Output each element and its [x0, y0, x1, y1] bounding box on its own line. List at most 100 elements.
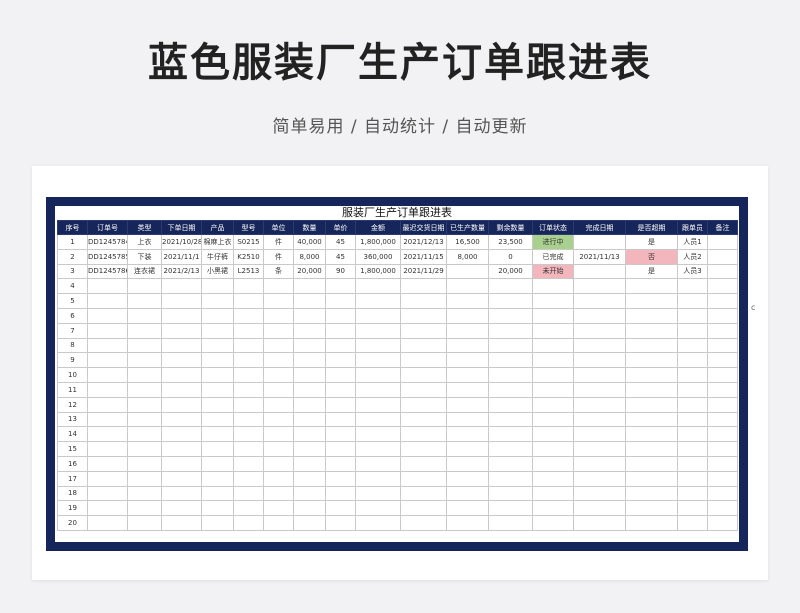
- table-cell[interactable]: [293, 337, 326, 354]
- table-cell[interactable]: [400, 337, 447, 354]
- table-cell[interactable]: [446, 455, 489, 472]
- table-cell[interactable]: [87, 426, 128, 443]
- table-cell[interactable]: [532, 441, 574, 457]
- table-cell[interactable]: [325, 352, 356, 369]
- table-cell[interactable]: [532, 352, 574, 369]
- table-cell[interactable]: [201, 367, 234, 383]
- table-cell[interactable]: [263, 367, 294, 383]
- table-cell[interactable]: [263, 515, 294, 531]
- table-cell[interactable]: [355, 455, 401, 472]
- table-cell[interactable]: [87, 322, 128, 339]
- table-cell[interactable]: [573, 381, 626, 398]
- header-cell[interactable]: 最迟交货日期: [400, 220, 447, 235]
- table-cell[interactable]: [677, 441, 708, 457]
- table-cell[interactable]: [127, 278, 162, 295]
- header-cell[interactable]: 订单号: [87, 220, 128, 235]
- table-cell[interactable]: 10: [57, 367, 88, 383]
- table-cell[interactable]: [201, 352, 234, 369]
- table-cell[interactable]: [573, 396, 626, 413]
- table-cell[interactable]: [677, 293, 708, 309]
- table-cell[interactable]: [127, 500, 162, 517]
- table-cell[interactable]: [161, 322, 202, 339]
- header-cell[interactable]: 金额: [355, 220, 401, 235]
- table-cell[interactable]: [263, 337, 294, 354]
- table-cell[interactable]: [355, 352, 401, 369]
- table-cell[interactable]: [233, 455, 264, 472]
- table-cell[interactable]: [677, 485, 708, 502]
- table-cell[interactable]: [532, 455, 574, 472]
- table-cell[interactable]: 是: [625, 234, 678, 250]
- header-cell[interactable]: 订单状态: [532, 220, 574, 235]
- header-cell[interactable]: 跟单员: [677, 220, 708, 235]
- table-cell[interactable]: [573, 441, 626, 457]
- table-cell[interactable]: [707, 485, 738, 502]
- table-cell[interactable]: [233, 352, 264, 369]
- table-cell[interactable]: [446, 426, 489, 443]
- table-cell[interactable]: [263, 411, 294, 428]
- table-cell[interactable]: 件: [263, 234, 294, 250]
- table-cell[interactable]: [488, 396, 533, 413]
- table-cell[interactable]: 上衣: [127, 234, 162, 250]
- table-cell[interactable]: 未开始: [532, 263, 574, 280]
- table-cell[interactable]: [625, 307, 678, 324]
- header-cell[interactable]: 单价: [325, 220, 356, 235]
- table-cell[interactable]: [87, 337, 128, 354]
- table-cell[interactable]: [488, 426, 533, 443]
- table-cell[interactable]: [573, 426, 626, 443]
- table-cell[interactable]: K2510: [233, 248, 264, 265]
- table-cell[interactable]: [707, 234, 738, 250]
- table-cell[interactable]: [446, 278, 489, 295]
- table-cell[interactable]: [400, 485, 447, 502]
- table-cell[interactable]: [400, 455, 447, 472]
- table-cell[interactable]: [87, 307, 128, 324]
- table-cell[interactable]: 8,000: [446, 248, 489, 265]
- table-cell[interactable]: [488, 455, 533, 472]
- table-cell[interactable]: [573, 515, 626, 531]
- table-cell[interactable]: [677, 411, 708, 428]
- table-cell[interactable]: [400, 293, 447, 309]
- table-cell[interactable]: [127, 337, 162, 354]
- table-cell[interactable]: [625, 352, 678, 369]
- table-cell[interactable]: [573, 322, 626, 339]
- table-cell[interactable]: [625, 426, 678, 443]
- table-cell[interactable]: [446, 293, 489, 309]
- table-cell[interactable]: 小黑裙: [201, 263, 234, 280]
- table-cell[interactable]: DD1245784: [87, 234, 128, 250]
- table-cell[interactable]: 17: [57, 470, 88, 487]
- table-cell[interactable]: [263, 485, 294, 502]
- table-cell[interactable]: [233, 500, 264, 517]
- table-cell[interactable]: [400, 500, 447, 517]
- table-cell[interactable]: [677, 515, 708, 531]
- table-cell[interactable]: [532, 367, 574, 383]
- table-cell[interactable]: 件: [263, 248, 294, 265]
- table-cell[interactable]: S0215: [233, 234, 264, 250]
- header-cell[interactable]: 下单日期: [161, 220, 202, 235]
- table-cell[interactable]: 14: [57, 426, 88, 443]
- table-cell[interactable]: [573, 455, 626, 472]
- table-cell[interactable]: [355, 337, 401, 354]
- table-cell[interactable]: [400, 367, 447, 383]
- table-cell[interactable]: [161, 367, 202, 383]
- header-cell[interactable]: 序号: [57, 220, 88, 235]
- table-cell[interactable]: [127, 396, 162, 413]
- table-cell[interactable]: [233, 307, 264, 324]
- table-cell[interactable]: 人员1: [677, 234, 708, 250]
- table-cell[interactable]: 360,000: [355, 248, 401, 265]
- table-cell[interactable]: [446, 381, 489, 398]
- table-cell[interactable]: [446, 500, 489, 517]
- table-cell[interactable]: [400, 322, 447, 339]
- table-cell[interactable]: [707, 248, 738, 265]
- table-cell[interactable]: [707, 307, 738, 324]
- table-cell[interactable]: [233, 381, 264, 398]
- table-cell[interactable]: [400, 470, 447, 487]
- table-cell[interactable]: [263, 470, 294, 487]
- table-cell[interactable]: [87, 396, 128, 413]
- table-cell[interactable]: [201, 307, 234, 324]
- table-cell[interactable]: [355, 278, 401, 295]
- table-cell[interactable]: [355, 411, 401, 428]
- table-cell[interactable]: [677, 278, 708, 295]
- table-cell[interactable]: 4: [57, 278, 88, 295]
- table-cell[interactable]: [446, 441, 489, 457]
- table-cell[interactable]: 2021/11/15: [400, 248, 447, 265]
- table-cell[interactable]: [325, 396, 356, 413]
